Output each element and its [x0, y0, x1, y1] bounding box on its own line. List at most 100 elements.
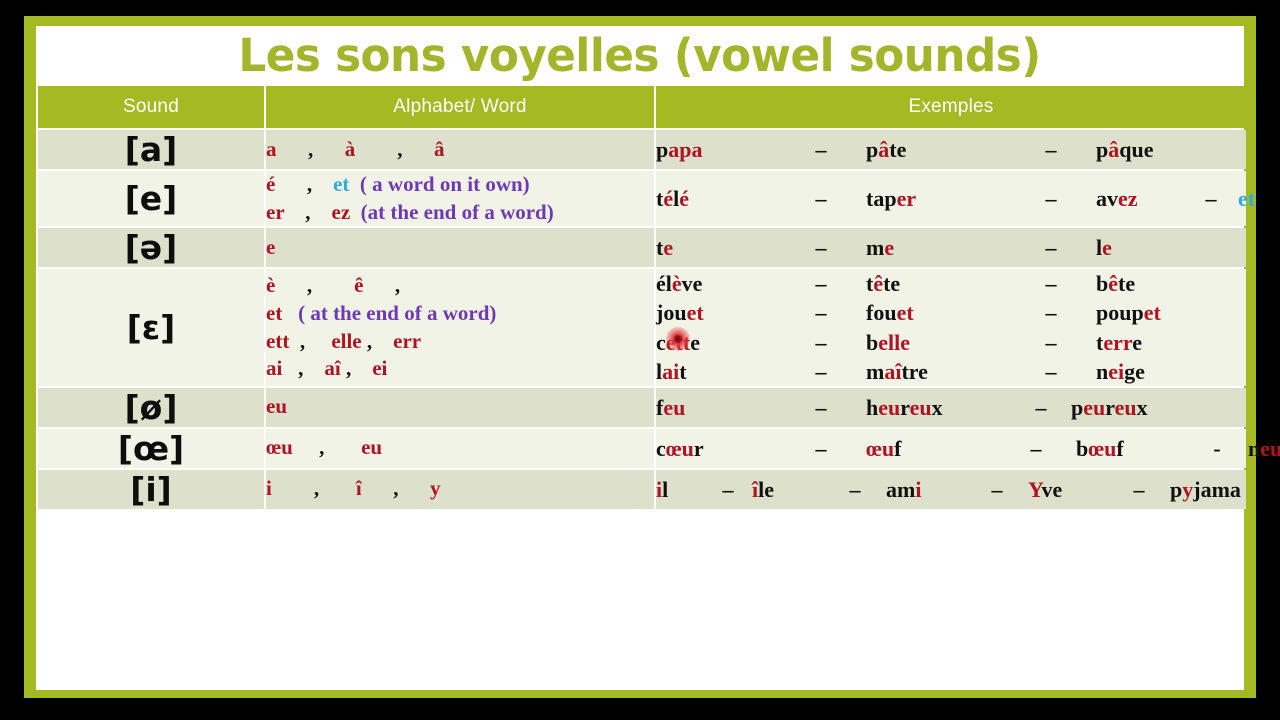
- text-token: ,: [340, 356, 373, 381]
- text-token: ,: [282, 356, 325, 381]
- text-token: h: [866, 394, 879, 420]
- alphabet-line: é , et ( a word on it own): [266, 171, 654, 199]
- text-token: œu: [665, 435, 694, 461]
- example-separator: –: [1133, 476, 1145, 502]
- text-token: è: [671, 271, 682, 297]
- example-word: il: [656, 475, 704, 504]
- text-token: b: [866, 329, 879, 355]
- text-token: p: [866, 136, 879, 162]
- example-line: cette – belle – terre: [656, 328, 1246, 357]
- example-separator: –: [1035, 394, 1047, 420]
- example-separator: –: [1045, 358, 1057, 384]
- table-row: [ɛ] è , ê , et ( at the end of a word) ett …: [38, 269, 1246, 386]
- example-word: papa: [656, 135, 776, 164]
- example-separator: –: [815, 136, 827, 162]
- alphabet-word-cell: œu , eu: [266, 428, 654, 468]
- text-token: ve: [681, 271, 703, 297]
- example-separator: –: [1045, 235, 1057, 261]
- text-token: eu: [878, 394, 901, 420]
- example-separator: –: [815, 435, 827, 461]
- text-token: Y: [1028, 476, 1042, 502]
- text-token: ,: [275, 172, 334, 196]
- example-word: fouet: [866, 298, 1006, 327]
- text-token: elle: [878, 329, 911, 355]
- text-token: œu: [266, 435, 293, 460]
- example-word: heureux: [866, 393, 1011, 422]
- column-header-sound: Sound: [38, 86, 264, 128]
- example-separator: –: [1045, 329, 1057, 355]
- text-token: eu: [1114, 394, 1137, 420]
- example-separator: –: [991, 476, 1003, 502]
- text-token: â: [434, 136, 445, 161]
- text-token: ve: [1041, 476, 1063, 502]
- alphabet-word-cell: è , ê , et ( at the end of a word) ett , e…: [266, 269, 654, 386]
- example-separator: –: [815, 300, 827, 326]
- text-token: ai: [662, 358, 680, 384]
- text-token: que: [1119, 136, 1154, 162]
- example-separator: -: [1213, 435, 1221, 461]
- example-word: terre: [1096, 328, 1236, 357]
- sound-symbol-cell: [ə]: [38, 228, 264, 268]
- title-bar: Les sons voyelles (vowel sounds): [36, 26, 1244, 84]
- alphabet-line: et ( at the end of a word): [266, 300, 654, 328]
- text-token: a: [266, 136, 277, 161]
- example-word: te: [656, 233, 776, 262]
- alphabet-line: e: [266, 234, 654, 262]
- text-token: ,: [355, 136, 434, 161]
- text-token: err: [1103, 329, 1133, 355]
- text-token: e: [266, 235, 276, 260]
- example-separator: –: [815, 235, 827, 261]
- text-token: te: [883, 271, 901, 297]
- example-separator: –: [1045, 136, 1057, 162]
- example-separator: –: [815, 271, 827, 297]
- text-token: œu: [866, 435, 895, 461]
- example-word: pâte: [866, 135, 1006, 164]
- example-word: taper: [866, 184, 1006, 213]
- text-token: eu: [266, 394, 287, 419]
- example-word: bœuf: [1076, 434, 1186, 463]
- header-row: Sound Alphabet/ Word Exemples: [38, 86, 1246, 128]
- example-separator: –: [815, 329, 827, 355]
- text-token: e: [884, 235, 895, 261]
- alphabet-line: i , î , y: [266, 475, 654, 503]
- sound-symbol-cell: [œ]: [38, 428, 264, 468]
- example-word: neuf: [1248, 434, 1280, 463]
- text-token: i: [915, 476, 922, 502]
- text-token: ( at the end of a word): [298, 300, 497, 325]
- text-token: ,: [271, 476, 356, 501]
- text-token: é: [679, 186, 689, 212]
- text-token: ge: [1124, 358, 1145, 384]
- text-token: te: [1118, 271, 1136, 297]
- text-token: et: [266, 300, 283, 325]
- text-token: ê: [354, 273, 364, 298]
- text-token: tap: [866, 186, 897, 212]
- example-word: feu: [656, 393, 776, 422]
- example-separator: –: [1045, 186, 1057, 212]
- text-token: y: [1182, 476, 1194, 502]
- text-token: x: [931, 394, 943, 420]
- text-token: t: [679, 358, 687, 384]
- alphabet-word-cell: a , à , â: [266, 130, 654, 169]
- text-token: c: [656, 329, 666, 355]
- example-word: avez: [1096, 184, 1184, 213]
- alphabet-word-cell: é , et ( a word on it own) er , ez (at th…: [266, 171, 654, 227]
- text-token: ,: [361, 476, 430, 501]
- examples-cell: télé – taper – avez – et: [656, 171, 1255, 227]
- text-token: ,: [284, 199, 332, 224]
- text-token: ez: [1118, 186, 1138, 212]
- text-token: ê: [873, 271, 884, 297]
- examples-cell: feu – heureux – peureux: [656, 387, 1246, 427]
- text-token: b: [1096, 271, 1109, 297]
- text-token: et: [686, 300, 704, 326]
- example-line: te – me – le: [656, 233, 1246, 262]
- example-word: peureux: [1071, 393, 1221, 422]
- text-token: ez: [331, 199, 351, 224]
- alphabet-word-cell: eu: [266, 387, 654, 427]
- example-line: papa – pâte – pâque: [656, 135, 1246, 164]
- example-word: maître: [866, 357, 1006, 386]
- example-word: tête: [866, 269, 1006, 298]
- alphabet-line: è , ê ,: [266, 272, 654, 300]
- example-word: le: [1096, 233, 1236, 262]
